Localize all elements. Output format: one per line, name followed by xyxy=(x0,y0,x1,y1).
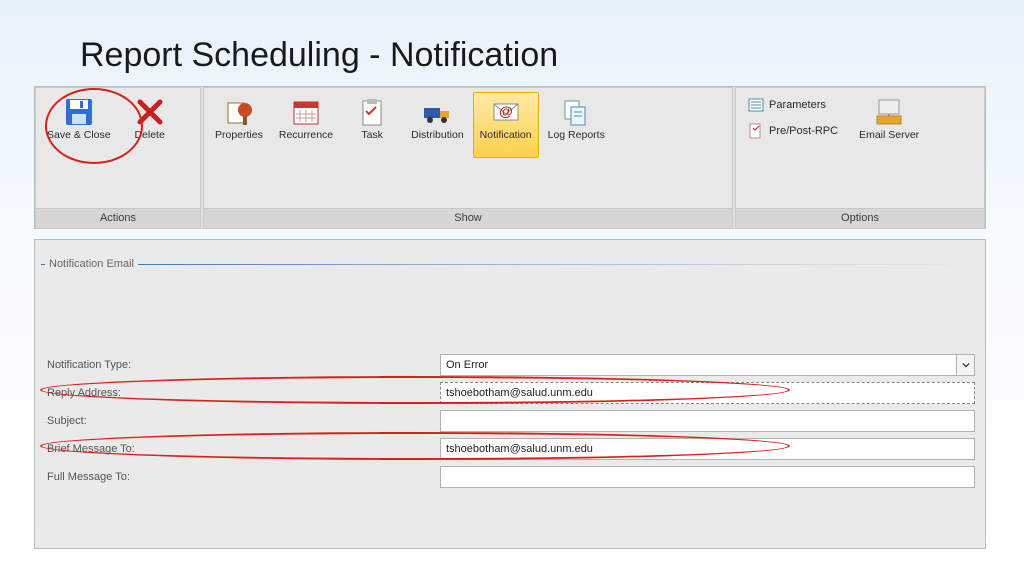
delete-x-icon xyxy=(134,96,166,128)
row-notification-type: Notification Type: On Error xyxy=(45,352,975,378)
properties-label: Properties xyxy=(215,130,263,142)
row-subject: Subject: xyxy=(45,408,975,434)
full-message-to-input[interactable] xyxy=(440,466,975,488)
panel-title: Notification Email xyxy=(45,258,138,270)
email-server-button[interactable]: Email Server xyxy=(852,92,926,158)
chevron-down-icon[interactable] xyxy=(956,355,974,375)
calendar-icon xyxy=(290,96,322,128)
properties-button[interactable]: Properties xyxy=(208,92,270,158)
email-at-icon: @ xyxy=(490,96,522,128)
label-subject: Subject: xyxy=(45,415,440,427)
brief-message-to-value: tshoebotham@salud.unm.edu xyxy=(446,443,593,455)
pre-post-rpc-button[interactable]: Pre/Post-RPC xyxy=(741,119,845,143)
ribbon-group-label-options: Options xyxy=(736,208,984,228)
log-reports-button[interactable]: Log Reports xyxy=(541,92,612,158)
ribbon-group-options: Parameters Pre/Post-RPC Email Server xyxy=(735,87,985,229)
ribbon-group-label-actions: Actions xyxy=(36,208,200,228)
delete-label: Delete xyxy=(134,130,164,142)
email-server-icon xyxy=(873,96,905,128)
save-close-label: Save & Close xyxy=(47,130,111,142)
row-brief-message-to: Brief Message To: tshoebotham@salud.unm.… xyxy=(45,436,975,462)
distribution-button[interactable]: Distribution xyxy=(404,92,471,158)
log-reports-icon xyxy=(560,96,592,128)
pre-post-rpc-label: Pre/Post-RPC xyxy=(769,125,838,137)
ribbon: Save & Close Delete Actions Properties xyxy=(34,86,986,229)
task-label: Task xyxy=(361,130,383,142)
save-close-button[interactable]: Save & Close xyxy=(40,92,118,158)
parameters-label: Parameters xyxy=(769,99,826,111)
label-brief-message-to: Brief Message To: xyxy=(45,443,440,455)
clipboard-icon xyxy=(356,96,388,128)
svg-text:@: @ xyxy=(499,103,513,119)
truck-icon xyxy=(421,96,453,128)
properties-icon xyxy=(223,96,255,128)
notification-type-dropdown[interactable]: On Error xyxy=(440,354,975,376)
notification-label: Notification xyxy=(480,130,532,142)
notification-panel: Notification Email Notification Type: On… xyxy=(34,239,986,549)
parameters-icon xyxy=(748,97,764,113)
log-reports-label: Log Reports xyxy=(548,130,605,142)
row-full-message-to: Full Message To: xyxy=(45,464,975,490)
recurrence-label: Recurrence xyxy=(279,130,333,142)
email-server-label: Email Server xyxy=(859,130,919,142)
brief-message-to-input[interactable]: tshoebotham@salud.unm.edu xyxy=(440,438,975,460)
delete-button[interactable]: Delete xyxy=(120,92,180,158)
task-button[interactable]: Task xyxy=(342,92,402,158)
label-notification-type: Notification Type: xyxy=(45,359,440,371)
subject-input[interactable] xyxy=(440,410,975,432)
ribbon-group-actions: Save & Close Delete Actions xyxy=(35,87,201,229)
reply-address-value: tshoebotham@salud.unm.edu xyxy=(446,387,593,399)
label-reply-address: Reply Address: xyxy=(45,387,440,399)
reply-address-input[interactable]: tshoebotham@salud.unm.edu xyxy=(440,382,975,404)
ribbon-group-show: Properties Recurrence Task xyxy=(203,87,733,229)
notification-type-value: On Error xyxy=(446,359,488,371)
recurrence-button[interactable]: Recurrence xyxy=(272,92,340,158)
script-icon xyxy=(748,123,764,139)
distribution-label: Distribution xyxy=(411,130,464,142)
ribbon-group-label-show: Show xyxy=(204,208,732,228)
page-title: Report Scheduling - Notification xyxy=(80,36,558,75)
parameters-button[interactable]: Parameters xyxy=(741,93,845,117)
label-full-message-to: Full Message To: xyxy=(45,471,440,483)
floppy-disk-icon xyxy=(63,96,95,128)
row-reply-address: Reply Address: tshoebotham@salud.unm.edu xyxy=(45,380,975,406)
notification-button[interactable]: @ Notification xyxy=(473,92,539,158)
fieldset-line xyxy=(41,264,979,265)
